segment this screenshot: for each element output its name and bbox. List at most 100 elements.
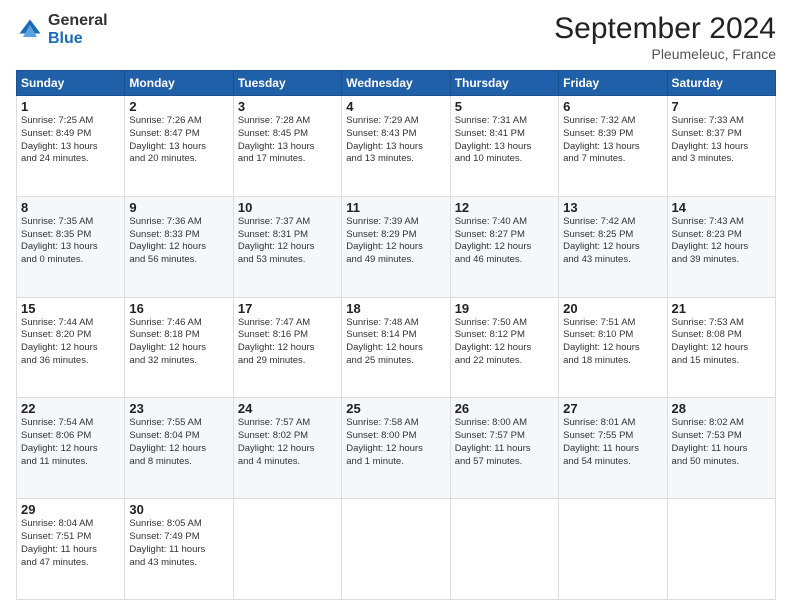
day-info: Sunrise: 7:37 AMSunset: 8:31 PMDaylight:…: [238, 216, 337, 267]
header: General Blue September 2024 Pleumeleuc, …: [16, 12, 776, 62]
day-number: 27: [563, 401, 662, 416]
day-info: Sunrise: 7:31 AMSunset: 8:41 PMDaylight:…: [455, 115, 554, 166]
calendar-day-header: Monday: [125, 71, 233, 96]
calendar-cell: 29Sunrise: 8:04 AMSunset: 7:51 PMDayligh…: [17, 499, 125, 600]
calendar-day-header: Wednesday: [342, 71, 450, 96]
calendar-cell: 30Sunrise: 8:05 AMSunset: 7:49 PMDayligh…: [125, 499, 233, 600]
calendar-cell: 22Sunrise: 7:54 AMSunset: 8:06 PMDayligh…: [17, 398, 125, 499]
day-number: 9: [129, 200, 228, 215]
calendar-day-header: Saturday: [667, 71, 775, 96]
calendar-cell: 23Sunrise: 7:55 AMSunset: 8:04 PMDayligh…: [125, 398, 233, 499]
day-info: Sunrise: 7:51 AMSunset: 8:10 PMDaylight:…: [563, 317, 662, 368]
day-info: Sunrise: 8:01 AMSunset: 7:55 PMDaylight:…: [563, 417, 662, 468]
day-info: Sunrise: 7:55 AMSunset: 8:04 PMDaylight:…: [129, 417, 228, 468]
logo-blue-text: Blue: [48, 30, 108, 48]
day-number: 30: [129, 502, 228, 517]
day-number: 26: [455, 401, 554, 416]
logo: General Blue: [16, 12, 108, 47]
calendar-cell: 6Sunrise: 7:32 AMSunset: 8:39 PMDaylight…: [559, 96, 667, 197]
day-info: Sunrise: 7:32 AMSunset: 8:39 PMDaylight:…: [563, 115, 662, 166]
calendar-cell: [450, 499, 558, 600]
day-info: Sunrise: 7:25 AMSunset: 8:49 PMDaylight:…: [21, 115, 120, 166]
calendar-cell: 25Sunrise: 7:58 AMSunset: 8:00 PMDayligh…: [342, 398, 450, 499]
day-info: Sunrise: 7:50 AMSunset: 8:12 PMDaylight:…: [455, 317, 554, 368]
calendar-cell: 18Sunrise: 7:48 AMSunset: 8:14 PMDayligh…: [342, 297, 450, 398]
calendar-cell: 19Sunrise: 7:50 AMSunset: 8:12 PMDayligh…: [450, 297, 558, 398]
day-info: Sunrise: 7:43 AMSunset: 8:23 PMDaylight:…: [672, 216, 771, 267]
calendar-cell: 21Sunrise: 7:53 AMSunset: 8:08 PMDayligh…: [667, 297, 775, 398]
day-info: Sunrise: 7:26 AMSunset: 8:47 PMDaylight:…: [129, 115, 228, 166]
day-number: 21: [672, 301, 771, 316]
calendar-cell: [233, 499, 341, 600]
calendar-day-header: Sunday: [17, 71, 125, 96]
day-number: 19: [455, 301, 554, 316]
day-info: Sunrise: 7:39 AMSunset: 8:29 PMDaylight:…: [346, 216, 445, 267]
day-number: 3: [238, 99, 337, 114]
day-info: Sunrise: 7:47 AMSunset: 8:16 PMDaylight:…: [238, 317, 337, 368]
day-info: Sunrise: 7:53 AMSunset: 8:08 PMDaylight:…: [672, 317, 771, 368]
logo-text: General Blue: [48, 12, 108, 47]
day-number: 23: [129, 401, 228, 416]
calendar-cell: 11Sunrise: 7:39 AMSunset: 8:29 PMDayligh…: [342, 196, 450, 297]
day-number: 20: [563, 301, 662, 316]
calendar-cell: 15Sunrise: 7:44 AMSunset: 8:20 PMDayligh…: [17, 297, 125, 398]
day-number: 1: [21, 99, 120, 114]
calendar-cell: 1Sunrise: 7:25 AMSunset: 8:49 PMDaylight…: [17, 96, 125, 197]
day-number: 2: [129, 99, 228, 114]
day-info: Sunrise: 7:29 AMSunset: 8:43 PMDaylight:…: [346, 115, 445, 166]
day-number: 29: [21, 502, 120, 517]
day-number: 28: [672, 401, 771, 416]
day-number: 13: [563, 200, 662, 215]
calendar-cell: 9Sunrise: 7:36 AMSunset: 8:33 PMDaylight…: [125, 196, 233, 297]
day-number: 16: [129, 301, 228, 316]
calendar-cell: [559, 499, 667, 600]
calendar-cell: 26Sunrise: 8:00 AMSunset: 7:57 PMDayligh…: [450, 398, 558, 499]
day-info: Sunrise: 7:33 AMSunset: 8:37 PMDaylight:…: [672, 115, 771, 166]
day-info: Sunrise: 8:02 AMSunset: 7:53 PMDaylight:…: [672, 417, 771, 468]
day-number: 10: [238, 200, 337, 215]
day-number: 22: [21, 401, 120, 416]
day-number: 6: [563, 99, 662, 114]
day-info: Sunrise: 7:48 AMSunset: 8:14 PMDaylight:…: [346, 317, 445, 368]
day-info: Sunrise: 7:36 AMSunset: 8:33 PMDaylight:…: [129, 216, 228, 267]
calendar-cell: 13Sunrise: 7:42 AMSunset: 8:25 PMDayligh…: [559, 196, 667, 297]
day-info: Sunrise: 7:42 AMSunset: 8:25 PMDaylight:…: [563, 216, 662, 267]
calendar-cell: [667, 499, 775, 600]
day-number: 15: [21, 301, 120, 316]
calendar-cell: 27Sunrise: 8:01 AMSunset: 7:55 PMDayligh…: [559, 398, 667, 499]
day-number: 8: [21, 200, 120, 215]
calendar-cell: 8Sunrise: 7:35 AMSunset: 8:35 PMDaylight…: [17, 196, 125, 297]
day-number: 12: [455, 200, 554, 215]
day-number: 4: [346, 99, 445, 114]
day-info: Sunrise: 7:46 AMSunset: 8:18 PMDaylight:…: [129, 317, 228, 368]
day-info: Sunrise: 7:57 AMSunset: 8:02 PMDaylight:…: [238, 417, 337, 468]
day-number: 25: [346, 401, 445, 416]
calendar-cell: 7Sunrise: 7:33 AMSunset: 8:37 PMDaylight…: [667, 96, 775, 197]
logo-icon: [16, 16, 44, 44]
calendar-cell: 5Sunrise: 7:31 AMSunset: 8:41 PMDaylight…: [450, 96, 558, 197]
calendar-day-header: Tuesday: [233, 71, 341, 96]
title-block: September 2024 Pleumeleuc, France: [554, 12, 776, 62]
calendar-day-header: Thursday: [450, 71, 558, 96]
calendar-cell: 4Sunrise: 7:29 AMSunset: 8:43 PMDaylight…: [342, 96, 450, 197]
day-number: 24: [238, 401, 337, 416]
day-number: 17: [238, 301, 337, 316]
calendar-day-header: Friday: [559, 71, 667, 96]
day-info: Sunrise: 8:05 AMSunset: 7:49 PMDaylight:…: [129, 518, 228, 569]
day-number: 14: [672, 200, 771, 215]
day-info: Sunrise: 7:44 AMSunset: 8:20 PMDaylight:…: [21, 317, 120, 368]
day-info: Sunrise: 7:28 AMSunset: 8:45 PMDaylight:…: [238, 115, 337, 166]
calendar-cell: [342, 499, 450, 600]
day-info: Sunrise: 7:40 AMSunset: 8:27 PMDaylight:…: [455, 216, 554, 267]
logo-general-text: General: [48, 12, 108, 30]
location-subtitle: Pleumeleuc, France: [554, 46, 776, 62]
day-info: Sunrise: 7:54 AMSunset: 8:06 PMDaylight:…: [21, 417, 120, 468]
calendar-cell: 28Sunrise: 8:02 AMSunset: 7:53 PMDayligh…: [667, 398, 775, 499]
calendar-cell: 20Sunrise: 7:51 AMSunset: 8:10 PMDayligh…: [559, 297, 667, 398]
day-info: Sunrise: 7:58 AMSunset: 8:00 PMDaylight:…: [346, 417, 445, 468]
month-title: September 2024: [554, 12, 776, 46]
calendar-cell: 14Sunrise: 7:43 AMSunset: 8:23 PMDayligh…: [667, 196, 775, 297]
calendar-cell: 12Sunrise: 7:40 AMSunset: 8:27 PMDayligh…: [450, 196, 558, 297]
calendar-cell: 16Sunrise: 7:46 AMSunset: 8:18 PMDayligh…: [125, 297, 233, 398]
day-number: 11: [346, 200, 445, 215]
